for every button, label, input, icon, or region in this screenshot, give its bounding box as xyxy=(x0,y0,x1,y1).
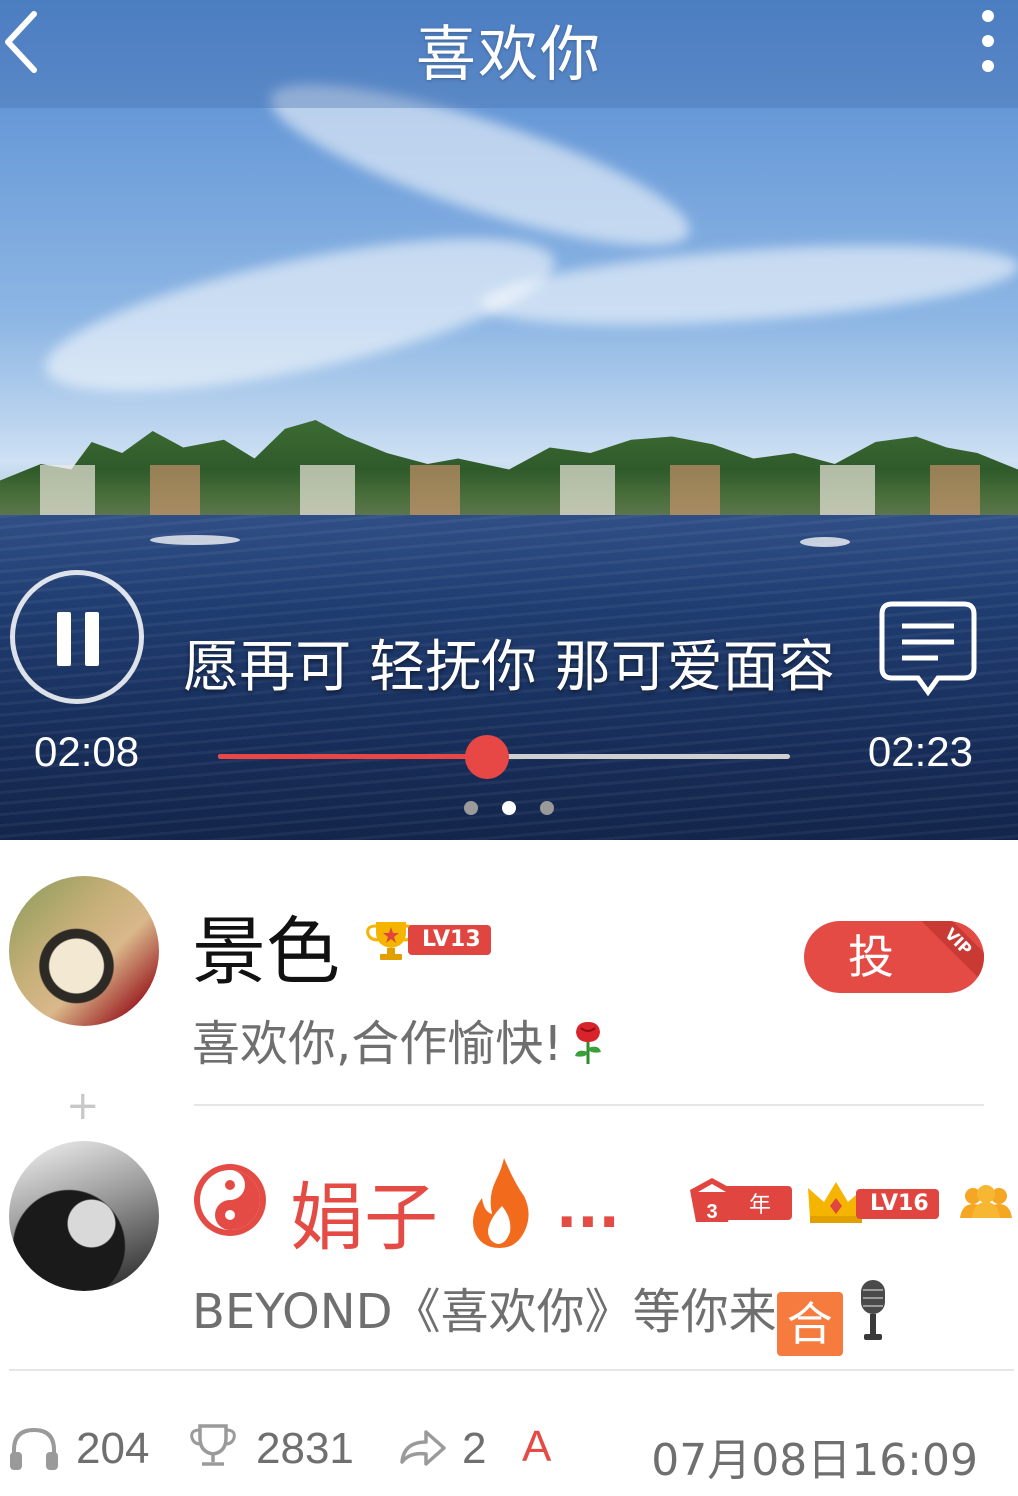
total-time: 02:23 xyxy=(867,728,973,775)
share-count: 2 xyxy=(462,1424,487,1473)
microphone-icon xyxy=(860,1280,885,1340)
vote-button[interactable]: 投 VIP xyxy=(804,921,984,993)
a-label: A xyxy=(522,1422,552,1471)
headphone-icon xyxy=(10,1427,58,1470)
page-title: 喜欢你 xyxy=(416,20,602,90)
lyric-line: 愿再可 轻抚你 那可爱面容 xyxy=(183,635,835,700)
trophy-outline-icon xyxy=(190,1424,236,1466)
vip-tag: VIP xyxy=(921,921,984,979)
rose-icon xyxy=(574,1022,601,1064)
cloud xyxy=(478,231,1018,339)
current-time: 02:08 xyxy=(34,728,140,775)
message-text: BEYOND《喜欢你》等你来 xyxy=(192,1284,777,1340)
post-datetime: 07月08日16:09 xyxy=(651,1435,978,1486)
avatar[interactable] xyxy=(9,876,159,1026)
author-1-name[interactable]: 景色 xyxy=(192,892,340,999)
level-badge: LV13 xyxy=(408,925,491,955)
svg-text:3: 3 xyxy=(706,1201,717,1223)
progress-fill xyxy=(218,754,487,759)
divider xyxy=(194,1104,984,1106)
name-ellipsis: ... xyxy=(556,1176,620,1241)
level-badge: LV16 xyxy=(856,1189,939,1219)
avatar[interactable] xyxy=(9,1141,159,1291)
divider xyxy=(9,1369,1014,1371)
share-arrow-icon[interactable] xyxy=(398,1428,446,1468)
video-player[interactable]: 喜欢你 愿再可 轻抚你 那可爱面容 02:08 02:23 xyxy=(0,0,1018,840)
group-icon xyxy=(960,1185,1012,1218)
listen-count: 204 xyxy=(76,1424,150,1473)
plus-icon: + xyxy=(66,1083,100,1129)
progress-track[interactable] xyxy=(218,735,790,779)
comment-bubble-icon[interactable] xyxy=(878,598,978,698)
author-2-name[interactable]: 娟子 xyxy=(290,1158,438,1265)
svg-text:年: 年 xyxy=(749,1193,771,1218)
page-dot[interactable] xyxy=(464,801,478,815)
message-text: 喜欢你,合作愉快! xyxy=(192,1016,563,1072)
like-count: 2831 xyxy=(256,1424,354,1473)
chorus-badge: 合 xyxy=(776,1292,843,1356)
shoreline-houses xyxy=(0,465,1018,520)
cloud xyxy=(34,207,566,423)
vote-label: 投 xyxy=(848,930,894,984)
yin-yang-icon xyxy=(194,1164,266,1236)
page-indicator xyxy=(0,801,1018,815)
page-dot[interactable] xyxy=(540,801,554,815)
fire-icon xyxy=(473,1158,529,1248)
progress-knob[interactable] xyxy=(465,735,509,779)
author-1-message: 喜欢你,合作愉快! xyxy=(192,1004,607,1074)
jetski xyxy=(800,537,850,547)
vertical-dots-icon[interactable] xyxy=(968,6,1008,76)
jetski xyxy=(150,535,240,545)
author-2-message: BEYOND《喜欢你》等你来合 xyxy=(192,1272,895,1356)
year-badge-icon: 3 年 xyxy=(690,1178,792,1223)
page-dot[interactable] xyxy=(502,801,516,815)
